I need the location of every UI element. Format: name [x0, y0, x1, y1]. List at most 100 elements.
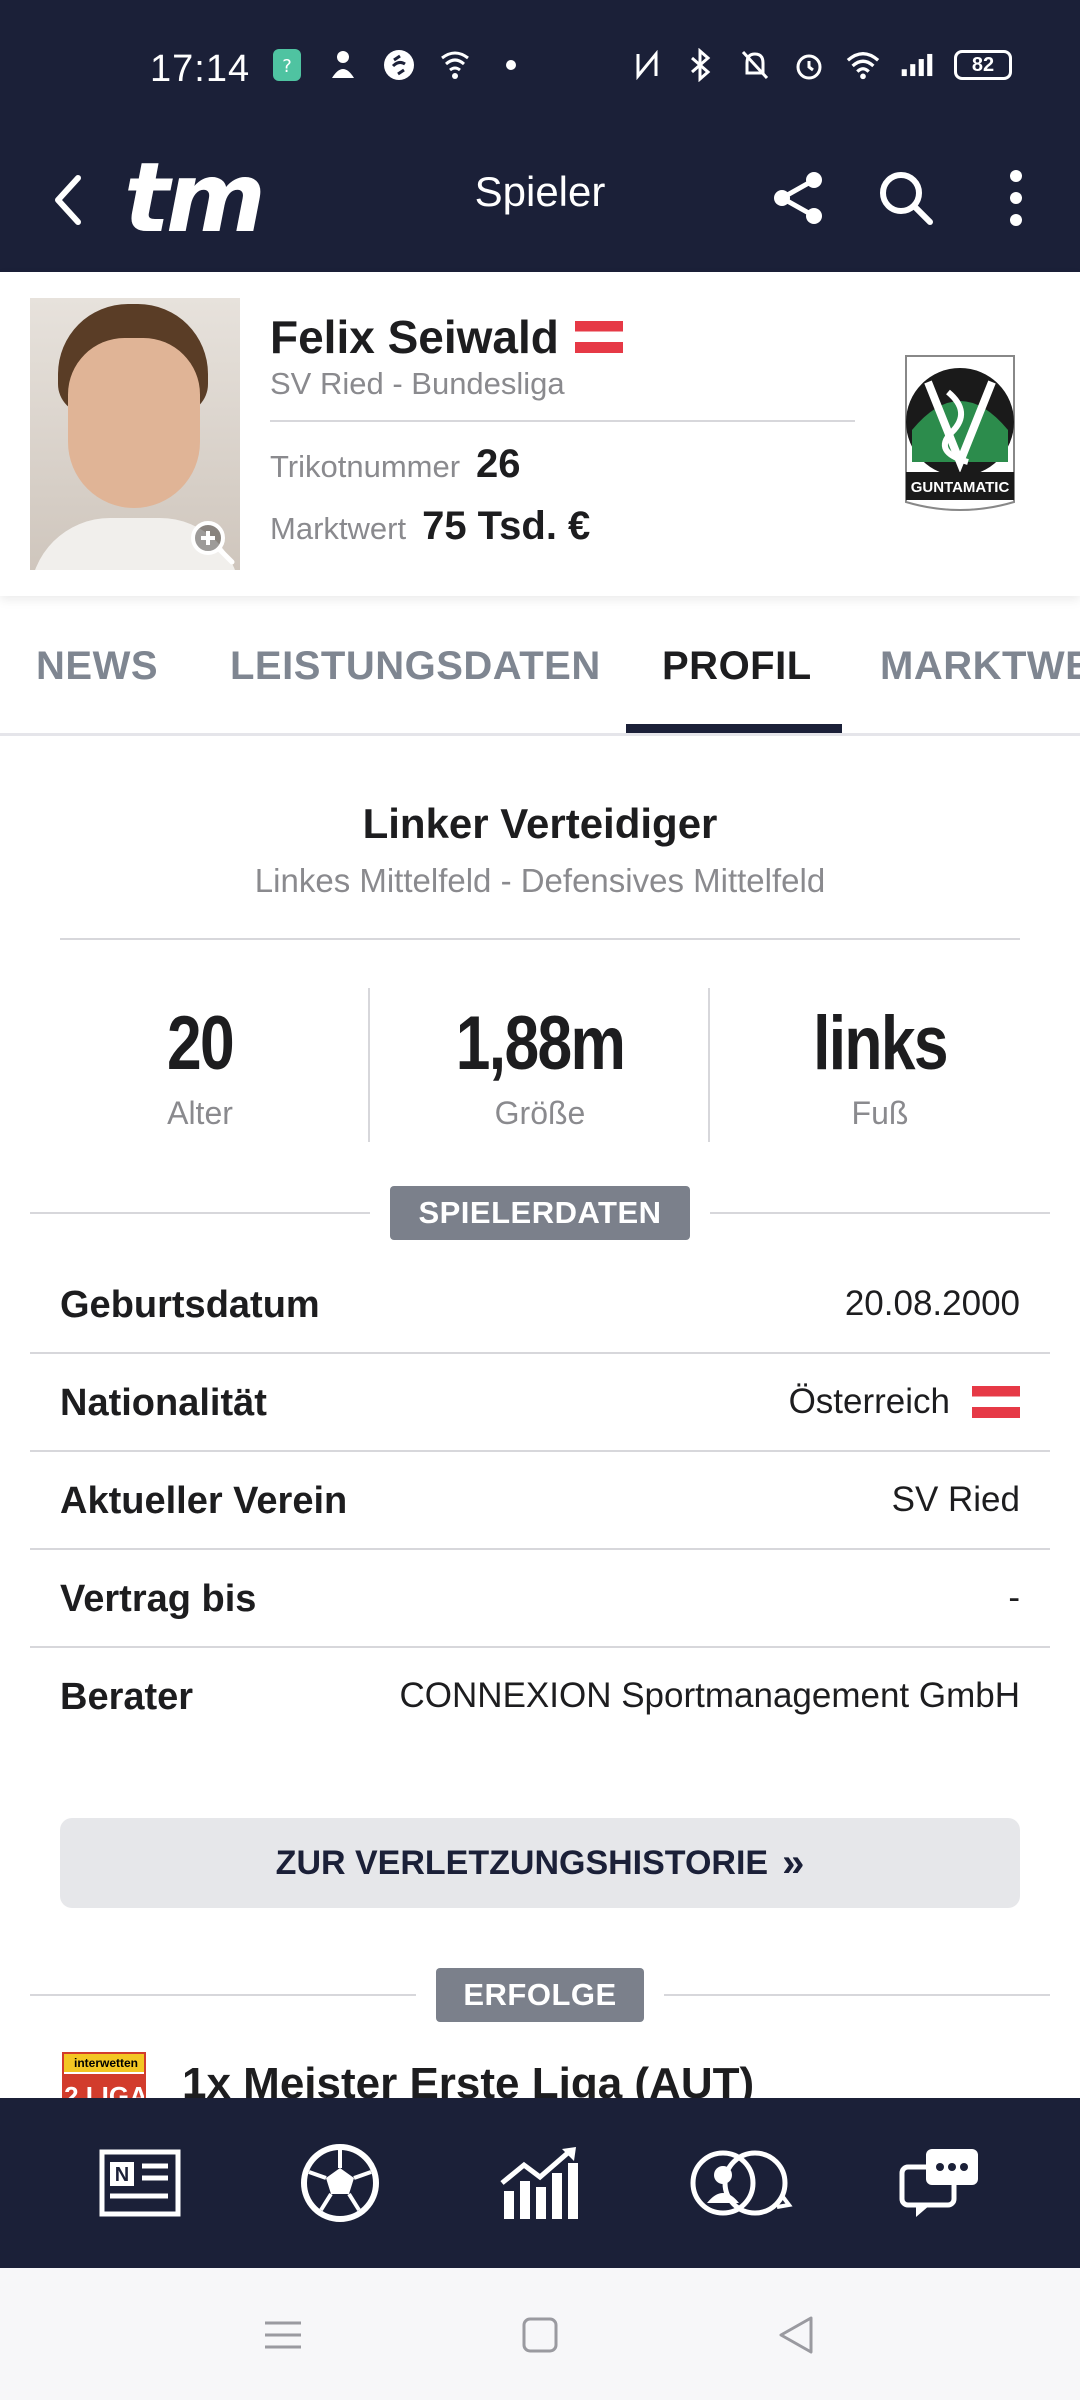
section-header-player-data: SPIELERDATEN	[390, 1186, 690, 1240]
zoom-in-icon[interactable]	[188, 518, 236, 566]
injury-history-button[interactable]: ZUR VERLETZUNGSHISTORIE »	[60, 1818, 1020, 1908]
stat-height-value: 1,88m	[455, 1001, 626, 1086]
shirt-number-value: 26	[476, 442, 521, 486]
player-club-league[interactable]: SV Ried - Bundesliga	[270, 366, 565, 402]
home-button[interactable]	[515, 2310, 565, 2360]
dot-icon	[494, 48, 528, 82]
status-bar: 17:14 ? 82	[0, 0, 1080, 128]
share-button[interactable]	[758, 158, 838, 238]
nav-transfers[interactable]	[685, 2128, 795, 2238]
wifi-calling-icon	[438, 48, 472, 82]
wifi-icon	[846, 48, 880, 82]
detail-key: Nationalität	[60, 1382, 267, 1424]
divider	[30, 1994, 416, 1996]
tab-bar: NEWS LEISTUNGSDATEN PROFIL MARKTWE	[0, 596, 1080, 736]
market-value-row: Marktwert 75 Tsd. €	[270, 504, 590, 549]
bottom-navigation: N	[0, 2098, 1080, 2268]
app-icon	[326, 48, 360, 82]
stat-foot: links Fuß	[710, 1000, 1050, 1132]
status-right-icons: 82	[630, 48, 1012, 82]
active-tab-indicator	[626, 724, 842, 733]
search-button[interactable]	[866, 158, 946, 238]
football-icon	[301, 2144, 379, 2222]
chat-icon	[899, 2149, 978, 2217]
austria-flag-icon	[972, 1386, 1020, 1418]
status-left-icons: ?	[270, 48, 528, 82]
tab-leistungsdaten[interactable]: LEISTUNGSDATEN	[230, 644, 601, 689]
triangle-back-icon	[779, 2316, 813, 2354]
detail-value: CONNEXION Sportmanagement GmbH	[399, 1676, 1020, 1715]
status-time: 17:14	[150, 48, 251, 90]
chart-icon	[500, 2147, 578, 2219]
divider	[270, 420, 855, 422]
battery-icon: 82	[954, 50, 1012, 80]
bluetooth-icon	[684, 48, 718, 82]
detail-key: Berater	[60, 1676, 194, 1718]
secondary-positions: Linkes Mittelfeld - Defensives Mittelfel…	[254, 862, 826, 899]
divider	[30, 1212, 370, 1214]
detail-value: 20.08.2000	[844, 1284, 1020, 1323]
tab-news[interactable]: NEWS	[36, 644, 158, 689]
detail-value: -	[1008, 1578, 1020, 1617]
austria-flag-icon	[574, 321, 623, 353]
shirt-number-row: Trikotnummer 26	[270, 442, 521, 487]
club-logo[interactable]: GUNTAMATIC	[898, 352, 1022, 518]
detail-key: Aktueller Verein	[60, 1480, 348, 1522]
search-icon	[880, 172, 933, 225]
more-button[interactable]	[976, 158, 1056, 238]
recent-apps-button[interactable]	[258, 2310, 308, 2360]
market-value-label: Marktwert	[270, 511, 407, 546]
double-chevron-right-icon: »	[782, 1840, 805, 1885]
player-photo[interactable]	[30, 298, 240, 570]
main-position: Linker Verteidiger	[362, 800, 718, 847]
divider	[60, 938, 1020, 940]
detail-value: Österreich	[789, 1382, 1020, 1422]
market-value: 75 Tsd. €	[422, 504, 591, 548]
nav-market[interactable]	[485, 2128, 595, 2238]
transfer-icon	[690, 2150, 793, 2216]
svg-text:N: N	[115, 2164, 129, 2186]
nav-news[interactable]: N	[85, 2128, 195, 2238]
detail-key: Vertrag bis	[60, 1578, 257, 1620]
player-name: Felix Seiwald	[270, 311, 559, 363]
svg-text:?: ?	[282, 56, 292, 77]
news-icon: N	[99, 2149, 181, 2217]
injury-history-label: ZUR VERLETZUNGSHISTORIE	[275, 1843, 769, 1882]
nfc-icon	[630, 48, 664, 82]
nav-forum[interactable]	[885, 2128, 995, 2238]
hearing-aid-icon: ?	[270, 48, 304, 82]
stat-height-label: Größe	[494, 1095, 586, 1131]
tab-profil[interactable]: PROFIL	[662, 644, 812, 689]
menu-icon	[265, 2321, 301, 2349]
detail-row-nationality[interactable]: Nationalität Österreich	[30, 1354, 1050, 1452]
club-logo-text: GUNTAMATIC	[911, 479, 1010, 496]
system-back-button[interactable]	[770, 2310, 820, 2360]
stat-height: 1,88m Größe	[370, 1000, 710, 1132]
player-name-row: Felix Seiwald	[270, 310, 623, 364]
detail-row-birthdate: Geburtsdatum 20.08.2000	[30, 1256, 1050, 1354]
divider	[664, 1994, 1050, 1996]
player-header: Felix Seiwald SV Ried - Bundesliga Triko…	[0, 272, 1080, 596]
detail-row-current-club[interactable]: Aktueller Verein SV Ried	[30, 1452, 1050, 1550]
detail-key: Geburtsdatum	[60, 1284, 320, 1326]
square-icon	[522, 2317, 558, 2353]
detail-row-contract: Vertrag bis -	[30, 1550, 1050, 1648]
tab-marktwert[interactable]: MARKTWE	[880, 644, 1080, 689]
divider	[710, 1212, 1050, 1214]
mute-icon	[738, 48, 772, 82]
signal-icon	[900, 48, 934, 82]
share-icon	[774, 172, 822, 224]
stat-foot-label: Fuß	[851, 1095, 909, 1131]
stat-age-value: 20	[166, 1001, 235, 1086]
stat-age-label: Alter	[167, 1095, 233, 1131]
shazam-icon	[382, 48, 416, 82]
alarm-icon	[792, 48, 826, 82]
section-header-success: ERFOLGE	[436, 1968, 644, 2022]
more-icon	[1010, 170, 1022, 226]
nav-matches[interactable]	[285, 2128, 395, 2238]
system-navigation-bar	[0, 2268, 1080, 2400]
shirt-number-label: Trikotnummer	[270, 449, 461, 484]
detail-row-agent[interactable]: Berater CONNEXION Sportmanagement GmbH	[30, 1648, 1050, 1746]
stat-foot-value: links	[813, 1001, 948, 1086]
app-bar: tm Spieler	[0, 128, 1080, 272]
